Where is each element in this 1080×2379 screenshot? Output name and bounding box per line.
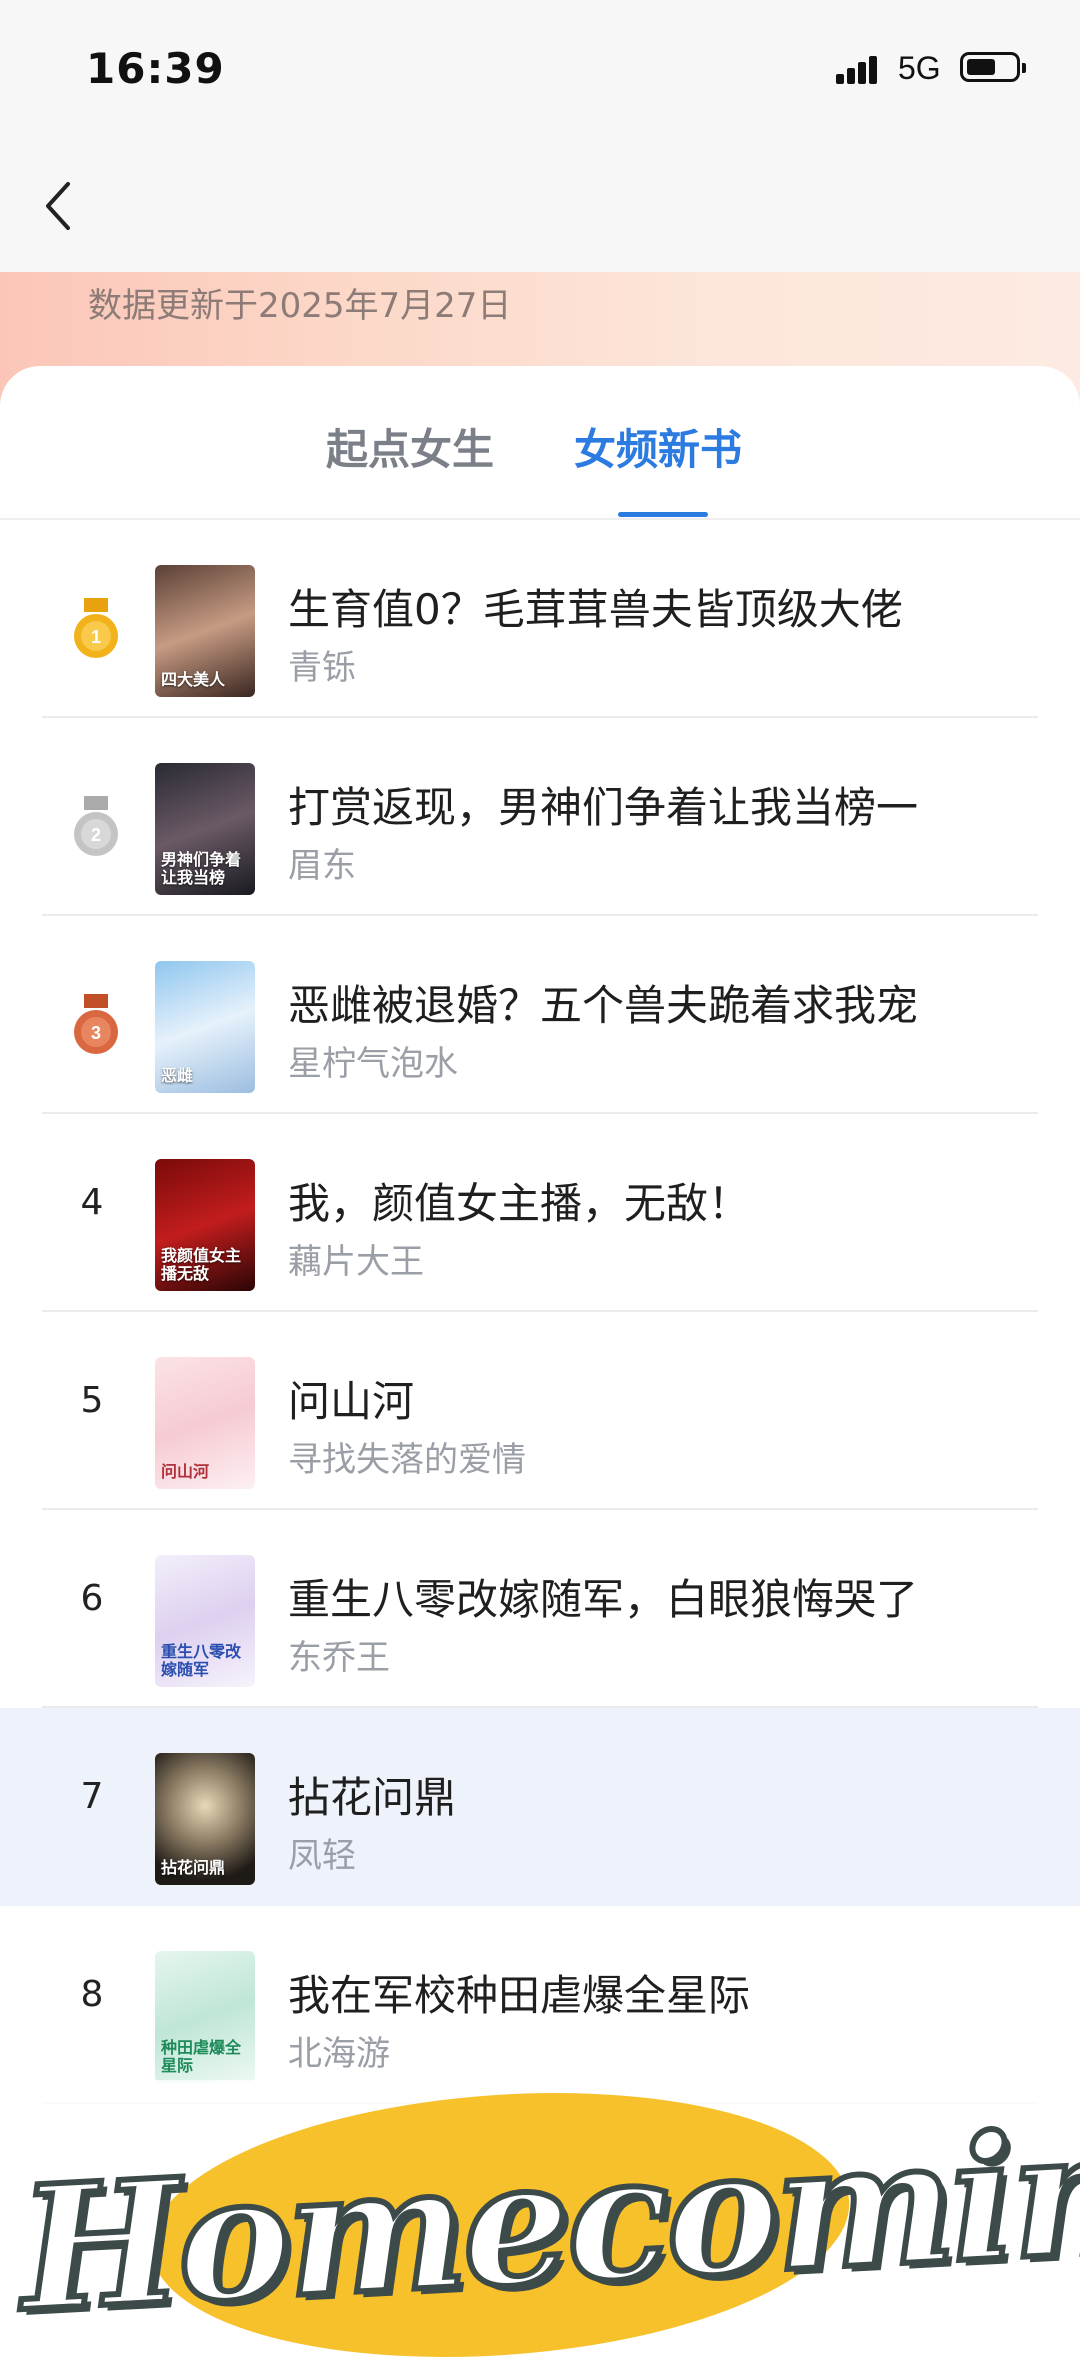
book-author: 东乔王 <box>288 1638 390 1678</box>
status-time: 16:39 <box>86 44 225 93</box>
rank-number: 8 <box>80 1974 104 2015</box>
book-title: 生育值0？毛茸茸兽夫皆顶级大佬 <box>288 585 903 634</box>
status-bar: 16:39 5G <box>0 0 1080 135</box>
list-item[interactable]: 1 四大美人 生育值0？毛茸茸兽夫皆顶级大佬 青铄 <box>0 520 1080 718</box>
list-item[interactable]: 3 恶雌 恶雌被退婚？五个兽夫跪着求我宠 星柠气泡水 <box>0 916 1080 1114</box>
book-cover: 重生八零改嫁随军 <box>155 1555 255 1687</box>
list-item[interactable]: 4 我颜值女主播无敌 我，颜值女主播，无敌！ 藕片大王 <box>0 1114 1080 1312</box>
svg-text:2: 2 <box>91 825 101 845</box>
book-cover: 我颜值女主播无敌 <box>155 1159 255 1291</box>
book-list: 1 四大美人 生育值0？毛茸茸兽夫皆顶级大佬 青铄 2 男神们争着让我当榜 打赏… <box>0 520 1080 2104</box>
tab-qidian-female[interactable]: 起点女生 <box>326 416 494 477</box>
book-author: 青铄 <box>288 648 356 688</box>
network-label: 5G <box>898 50 941 86</box>
book-author: 星柠气泡水 <box>288 1044 458 1084</box>
book-author: 寻找失落的爱情 <box>288 1440 526 1480</box>
list-item[interactable]: 6 重生八零改嫁随军 重生八零改嫁随军，白眼狼悔哭了 东乔王 <box>0 1510 1080 1708</box>
rank-number: 5 <box>80 1380 104 1421</box>
book-author: 眉东 <box>288 846 356 886</box>
book-author: 北海游 <box>288 2034 390 2074</box>
book-title: 我在军校种田虐爆全星际 <box>288 1971 751 2020</box>
silver-medal-icon: 2 <box>74 796 118 856</box>
book-title: 拈花问鼎 <box>288 1773 457 1822</box>
book-author: 藕片大王 <box>288 1242 424 1282</box>
book-title: 我，颜值女主播，无敌！ <box>288 1179 751 1228</box>
book-cover: 四大美人 <box>155 565 255 697</box>
book-title: 打赏返现，男神们争着让我当榜一 <box>288 783 919 832</box>
list-item[interactable]: 2 男神们争着让我当榜 打赏返现，男神们争着让我当榜一 眉东 <box>0 718 1080 916</box>
book-cover: 问山河 <box>155 1357 255 1489</box>
list-item[interactable]: 5 问山河 问山河 寻找失落的爱情 <box>0 1312 1080 1510</box>
tab-new-books[interactable]: 女频新书 <box>574 416 742 477</box>
rank-number: 7 <box>80 1776 104 1817</box>
book-cover: 恶雌 <box>155 961 255 1093</box>
rank-number: 4 <box>80 1182 104 1223</box>
tab-bar: 起点女生 女频新书 <box>0 366 1080 520</box>
bronze-medal-icon: 3 <box>74 994 118 1054</box>
book-cover: 拈花问鼎 <box>155 1753 255 1885</box>
update-timestamp: 数据更新于2025年7月27日 <box>88 286 512 326</box>
chevron-left-icon[interactable] <box>40 178 80 234</box>
rank-number: 6 <box>80 1578 104 1619</box>
book-title: 问山河 <box>288 1377 415 1426</box>
active-tab-indicator <box>618 512 708 517</box>
svg-text:3: 3 <box>91 1023 101 1043</box>
book-cover: 男神们争着让我当榜 <box>155 763 255 895</box>
list-item[interactable]: 8 种田虐爆全星际 我在军校种田虐爆全星际 北海游 <box>0 1906 1080 2104</box>
battery-icon <box>960 52 1026 82</box>
book-title: 恶雌被退婚？五个兽夫跪着求我宠 <box>288 981 919 1030</box>
book-title: 重生八零改嫁随军，白眼狼悔哭了 <box>288 1575 919 1624</box>
cellular-signal-icon <box>836 54 888 84</box>
svg-text:1: 1 <box>91 627 101 647</box>
list-item[interactable]: 7 拈花问鼎 拈花问鼎 凤轻 <box>0 1708 1080 1906</box>
gold-medal-icon: 1 <box>74 598 118 658</box>
book-author: 凤轻 <box>288 1836 356 1876</box>
nav-bar <box>0 135 1080 275</box>
book-cover: 种田虐爆全星际 <box>155 1951 255 2083</box>
